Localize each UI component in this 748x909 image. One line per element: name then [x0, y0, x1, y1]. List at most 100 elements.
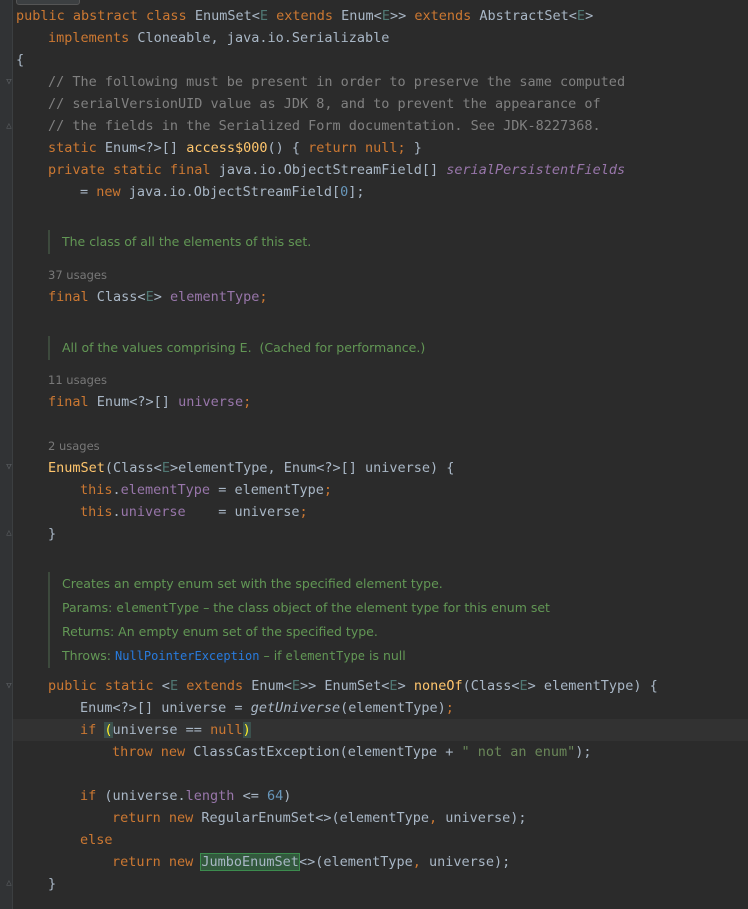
code-line-throw[interactable]: throw new ClassCastException(elementType… — [112, 741, 748, 763]
code-line-if-null-current[interactable]: if (universe == null) — [13, 719, 748, 741]
code-line-access000[interactable]: static Enum<?>[] access$000() { return n… — [48, 137, 748, 159]
generic-param: E — [389, 678, 398, 694]
punct: () { — [267, 140, 309, 156]
keyword: throw new — [112, 744, 194, 760]
punct: ) — [283, 788, 292, 804]
code-line-spf[interactable]: private static final java.io.ObjectStrea… — [48, 159, 748, 181]
code-line-close-brace[interactable]: } — [48, 873, 748, 895]
usages-hint[interactable]: 2 usages — [48, 437, 100, 455]
code-line-noneof[interactable]: public static <E extends Enum<E>> EnumSe… — [48, 675, 748, 697]
code-line-get-universe[interactable]: Enum<?>[] universe = getUniverse(element… — [80, 697, 748, 719]
method-name: access$000 — [186, 140, 268, 156]
usages-hint[interactable]: 11 usages — [48, 371, 107, 389]
code-line-universe[interactable]: final Enum<?>[] universe; — [48, 391, 748, 413]
punct: ; — [299, 504, 308, 520]
type: java.io.ObjectStreamField[ — [128, 184, 341, 200]
generic-param: E — [145, 289, 154, 305]
code-line-else[interactable]: else — [80, 829, 748, 851]
usages-hint[interactable]: 37 usages — [48, 266, 107, 284]
generic-param: E — [291, 678, 301, 694]
method-name: noneOf — [413, 678, 463, 694]
doc-label: Throws: — [62, 648, 115, 663]
fold-icon[interactable]: ▽ — [4, 681, 14, 692]
brace: } — [48, 876, 57, 892]
code-line-implements[interactable]: implements Cloneable, java.io.Serializab… — [48, 27, 748, 49]
keyword: null — [210, 722, 243, 738]
type: AbstractSet — [479, 8, 569, 24]
punct: >> — [389, 8, 415, 24]
declaration: Enum<?>[] universe = — [80, 700, 251, 716]
fold-end-icon[interactable]: △ — [4, 878, 14, 889]
code-line-ctor-body[interactable]: this.elementType = elementType; — [80, 479, 748, 501]
code-line-return-jumbo[interactable]: return new JumboEnumSet<>(elementType, u… — [112, 851, 748, 873]
search-highlight: JumboEnumSet — [200, 853, 300, 871]
field-name: universe — [178, 394, 244, 410]
code-line-element-type[interactable]: final Class<E> elementType; — [48, 286, 748, 308]
field-name: serialPersistentFields — [446, 162, 626, 178]
doc-comment-rendered[interactable]: Creates an empty enum set with the speci… — [48, 572, 550, 668]
code-line-class-decl[interactable]: public abstract class EnumSet<E extends … — [16, 5, 748, 27]
keyword: this — [80, 504, 113, 520]
code-line-close-brace[interactable]: } — [48, 523, 748, 545]
expression: universe — [429, 854, 495, 870]
expression: universe — [445, 810, 511, 826]
fold-end-icon[interactable]: △ — [4, 121, 14, 132]
code-line-ctor[interactable]: EnumSet(Class<E>elementType, Enum<?>[] u… — [48, 457, 748, 479]
generic-param: E — [576, 8, 586, 24]
type: Enum — [341, 8, 374, 24]
args: (elementType) — [340, 700, 446, 716]
params: > elementType) { — [527, 678, 658, 694]
doc-comment-rendered[interactable]: All of the values comprising E. (Cached … — [48, 336, 425, 360]
expression: universe == — [112, 722, 211, 738]
punct: ; — [243, 394, 252, 410]
type: Enum< — [251, 678, 292, 694]
code-line-spf-init[interactable]: = new java.io.ObjectStreamField[0]; — [80, 181, 748, 203]
keyword: extends — [178, 678, 252, 694]
doc-text: All of the values comprising E. (Cached … — [62, 340, 426, 355]
keyword: extends — [268, 8, 342, 24]
punct: ; — [259, 289, 268, 305]
generic-param: E — [519, 678, 528, 694]
punct: > — [585, 8, 594, 24]
string-literal: " not an enum" — [461, 744, 576, 760]
keyword: return new — [112, 854, 202, 870]
code-line-if-length[interactable]: if (universe.length <= 64) — [80, 785, 748, 807]
punct: ); — [575, 744, 592, 760]
type: >> EnumSet< — [300, 678, 390, 694]
punct: < — [568, 8, 577, 24]
code-line-open-brace[interactable]: { — [16, 49, 748, 71]
keyword: this — [80, 482, 113, 498]
keyword: static — [48, 140, 105, 156]
doc-text: Creates an empty enum set with the speci… — [62, 576, 443, 591]
doc-comment-rendered[interactable]: The class of all the elements of this se… — [48, 230, 311, 254]
code-comment[interactable]: // the fields in the Serialized Form doc… — [48, 115, 748, 137]
doc-returns: Returns: An empty enum set of the specif… — [62, 624, 378, 639]
field-name: elementType — [120, 482, 211, 498]
doc-throws: Throws: NullPointerException – if elemen… — [50, 644, 550, 668]
doc-text: – the class object of the element type f… — [199, 600, 550, 615]
brace: } — [413, 140, 422, 156]
editor-gutter[interactable] — [0, 0, 13, 909]
fold-icon[interactable]: ▽ — [4, 462, 14, 473]
doc-link[interactable]: NullPointerException — [115, 649, 260, 663]
punct: . — [112, 482, 121, 498]
code-line-return-regular[interactable]: return new RegularEnumSet<>(elementType,… — [112, 807, 748, 829]
keyword: new — [96, 184, 129, 200]
expression: <>(elementType — [298, 854, 413, 870]
keyword: public abstract class — [16, 8, 195, 24]
fold-icon[interactable]: ▽ — [4, 77, 14, 88]
code-comment[interactable]: // The following must be present in orde… — [48, 71, 748, 93]
field-name: elementType — [169, 289, 260, 305]
code-line-ctor-body[interactable]: this.universe = universe; — [80, 501, 748, 523]
doc-label: Params: — [62, 600, 117, 615]
brace: { — [16, 52, 25, 68]
method-call: getUniverse — [250, 700, 341, 716]
brace: } — [48, 526, 57, 542]
expression: (universe. — [104, 788, 186, 804]
punct: ); — [494, 854, 511, 870]
fold-end-icon[interactable]: △ — [4, 528, 14, 539]
code-comment[interactable]: // serialVersionUID value as JDK 8, and … — [48, 93, 748, 115]
class-name: EnumSet — [194, 8, 252, 24]
doc-param-name: elementType — [116, 600, 200, 615]
generic-param: E — [259, 8, 268, 24]
